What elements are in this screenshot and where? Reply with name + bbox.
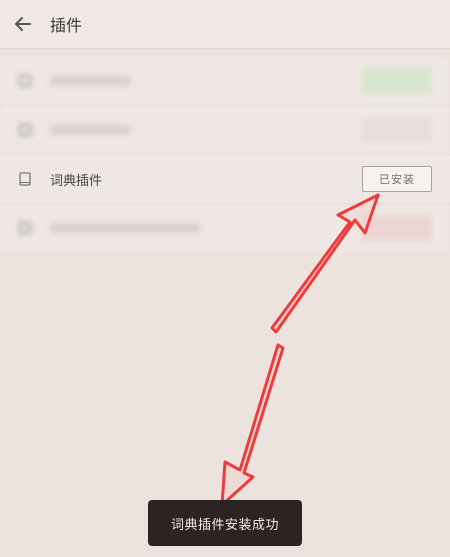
toast-message: 词典插件安装成功: [148, 500, 302, 546]
annotation-arrow-down: [220, 343, 285, 507]
annotation-arrows: [220, 193, 380, 507]
annotation-arrow-up: [270, 193, 380, 334]
